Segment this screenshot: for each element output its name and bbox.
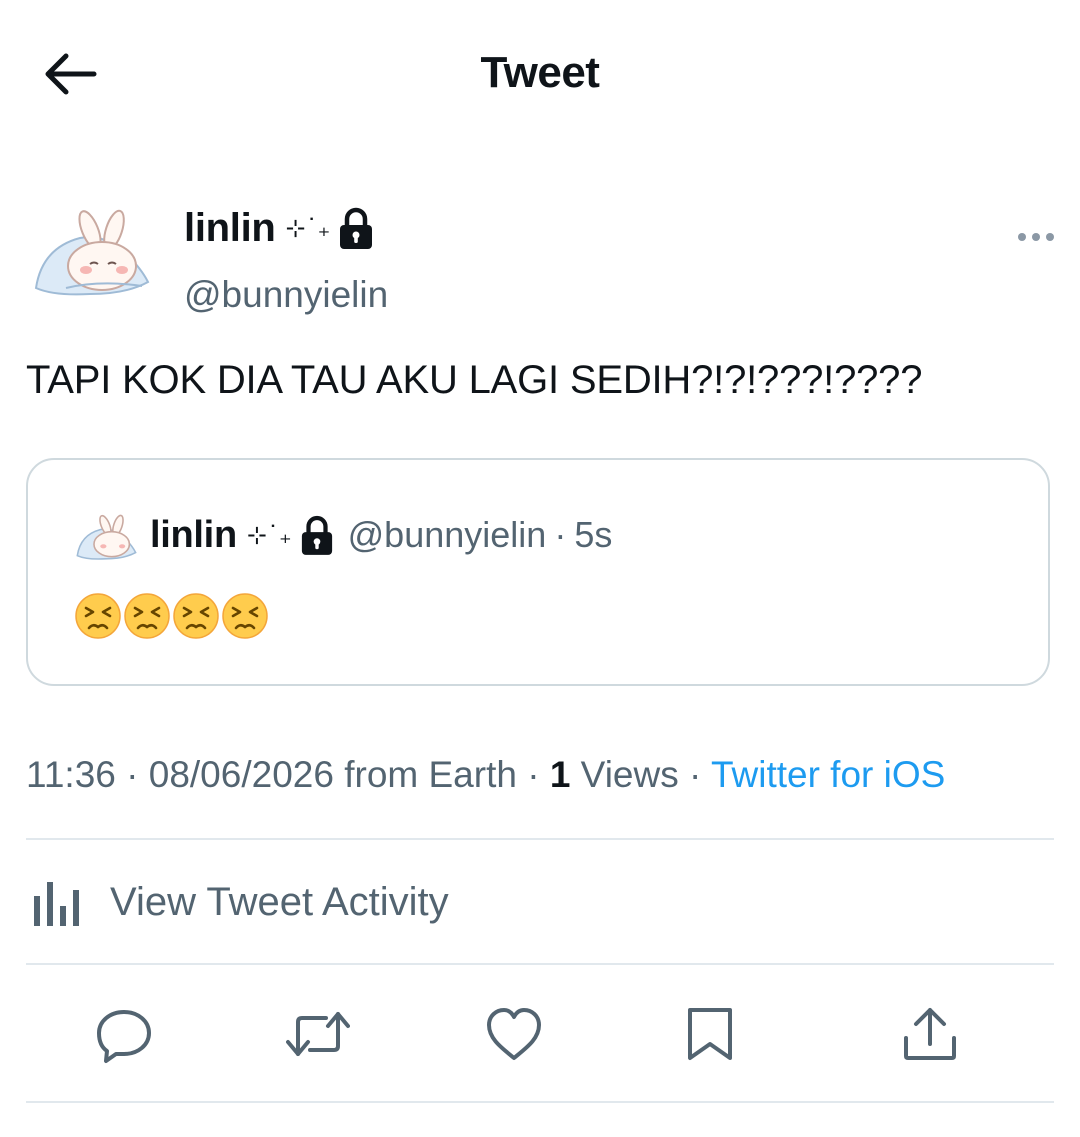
lock-icon (340, 207, 373, 249)
bar-chart-icon (34, 882, 79, 926)
separator-dot: · (554, 514, 567, 555)
quoted-avatar (74, 514, 140, 564)
source-link[interactable]: Twitter for iOS (711, 754, 945, 795)
persevering-face-emoji (173, 593, 219, 639)
bookmark-icon (688, 1008, 732, 1060)
retweet-button[interactable] (286, 1004, 350, 1064)
divider (26, 1101, 1054, 1103)
tweet-date: 08/06/2026 (148, 754, 334, 795)
page-title: Tweet (480, 48, 600, 97)
separator-dot: · (115, 754, 149, 795)
quoted-tweet-text (74, 592, 269, 640)
divider (26, 963, 1054, 965)
quoted-tweet-card[interactable]: linlin ⊹˙₊ @bunnyielin · 5s (26, 458, 1050, 686)
author-name[interactable]: linlin (184, 206, 276, 251)
quoted-timestamp: 5s (574, 514, 613, 555)
quoted-header: linlin ⊹˙₊ @bunnyielin · 5s (150, 512, 612, 558)
persevering-face-emoji (124, 593, 170, 639)
divider (26, 838, 1054, 840)
quoted-name-decoration: ⊹˙₊ (246, 521, 292, 549)
lock-icon (301, 515, 332, 555)
avatar[interactable] (30, 208, 156, 304)
name-decoration: ⊹˙₊ (285, 214, 331, 242)
views-label: Views (570, 754, 679, 795)
persevering-face-emoji (75, 593, 121, 639)
share-icon (904, 1008, 956, 1060)
reply-icon (97, 1010, 151, 1063)
views-count: 1 (549, 754, 571, 795)
author-name-row: linlin ⊹˙₊ (184, 202, 374, 254)
like-icon (487, 1008, 541, 1060)
like-button[interactable] (484, 1004, 544, 1064)
quoted-author-name: linlin (150, 513, 237, 556)
tweet-text: TAPI KOK DIA TAU AKU LAGI SEDIH?!?!???!?… (26, 358, 923, 402)
view-tweet-activity-label: View Tweet Activity (110, 879, 449, 924)
tweet-location: from Earth (333, 754, 517, 795)
bunny-avatar-image (76, 514, 137, 560)
persevering-face-emoji (222, 593, 268, 639)
more-options-button[interactable] (1014, 226, 1058, 248)
bookmark-button[interactable] (682, 1004, 742, 1064)
author-handle[interactable]: @bunnyielin (184, 274, 388, 316)
more-icon (1018, 233, 1054, 241)
bunny-avatar-image (34, 209, 150, 296)
view-tweet-activity-button[interactable]: View Tweet Activity (26, 872, 449, 932)
reply-button[interactable] (94, 1004, 154, 1064)
quoted-author-handle: @bunnyielin (347, 514, 547, 555)
tweet-time: 11:36 (26, 754, 116, 795)
tweet-meta: 11:36 · 08/06/2026 from Earth · 1 Views … (26, 754, 945, 796)
share-button[interactable] (900, 1004, 960, 1064)
separator-dot: · (678, 754, 711, 795)
retweet-icon (286, 1012, 350, 1056)
separator-dot: · (516, 754, 550, 795)
